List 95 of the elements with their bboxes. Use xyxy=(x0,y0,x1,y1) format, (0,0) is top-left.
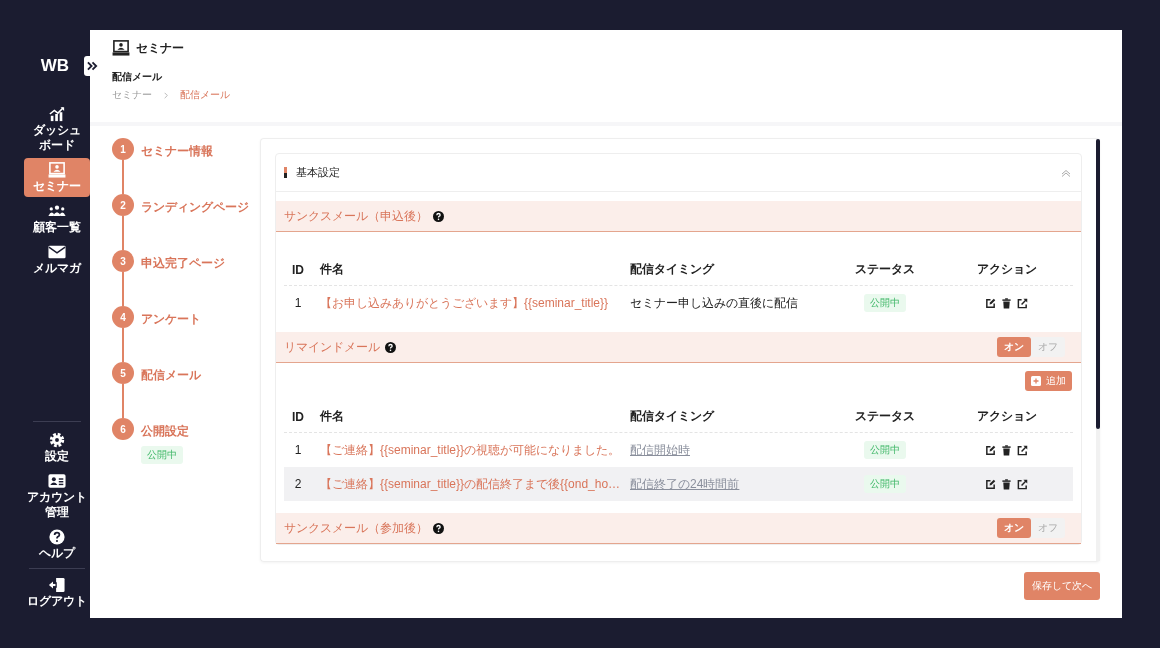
subject-link[interactable]: 【ご連絡】{{seminar_title}}の配信終了まで後{{ond_ho… xyxy=(312,475,630,493)
column-header: アクション xyxy=(976,408,1037,425)
status-badge: 公開中 xyxy=(864,475,906,493)
column-header: ID xyxy=(291,409,305,424)
column-header: 件名 xyxy=(319,261,345,278)
section-title: サンクスメール（参加後） xyxy=(284,520,428,536)
step-number[interactable]: 1 xyxy=(112,138,134,160)
section-title: サンクスメール（申込後） xyxy=(284,208,428,224)
edit-icon[interactable] xyxy=(985,297,996,309)
logo: WB xyxy=(40,56,70,76)
timing-link[interactable]: 配信終了の24時間前 xyxy=(630,475,830,493)
nav-label: セミナー xyxy=(33,179,81,194)
logout-button[interactable]: ログアウト xyxy=(24,573,90,612)
external-link-icon[interactable] xyxy=(1017,478,1028,490)
nav-item[interactable]: ダッシュ ボード xyxy=(24,102,90,156)
nav-item[interactable]: 顧客一覧 xyxy=(24,199,90,238)
column-header: ID xyxy=(291,262,305,277)
toggle-option[interactable]: オフ xyxy=(1031,518,1065,538)
nav-item[interactable]: アカウント 管理 xyxy=(24,469,90,523)
page-title: セミナー xyxy=(136,40,184,56)
toggle-option[interactable]: オン xyxy=(997,337,1031,357)
double-chevron-icon xyxy=(86,61,98,71)
envelope-icon xyxy=(48,244,66,260)
help-icon[interactable] xyxy=(385,341,396,353)
on-off-toggle[interactable]: オン オフ xyxy=(997,518,1065,538)
nav-label: 顧客一覧 xyxy=(33,220,81,235)
trash-icon[interactable] xyxy=(1001,297,1012,309)
accent-bar xyxy=(284,167,287,178)
nav-label: 管理 xyxy=(45,505,69,520)
column-header: アクション xyxy=(976,261,1037,278)
toggle-option[interactable]: オン xyxy=(997,518,1031,538)
step-number[interactable]: 5 xyxy=(112,362,134,384)
step-link[interactable]: 公開設定 xyxy=(141,423,189,440)
nav-label: ダッシュ xyxy=(33,123,81,138)
add-button[interactable]: 追加 xyxy=(1025,371,1072,391)
column-header: 件名 xyxy=(319,408,345,425)
users-icon xyxy=(48,203,66,219)
step-number[interactable]: 3 xyxy=(112,250,134,272)
breadcrumb-link[interactable]: 配信メール xyxy=(180,88,230,102)
column-header: 配信タイミング xyxy=(630,261,716,278)
table-cell-text: 1 xyxy=(293,296,303,310)
toggle-option[interactable]: オフ xyxy=(1031,337,1065,357)
nav-label: ヘルプ xyxy=(39,546,75,561)
edit-icon[interactable] xyxy=(985,478,996,490)
breadcrumb-link[interactable]: セミナー xyxy=(112,88,152,102)
page-subtitle: 配信メール xyxy=(112,70,163,84)
monitor-person-icon xyxy=(112,40,130,56)
column-header: ステータス xyxy=(855,408,915,425)
timing-link[interactable]: 配信開始時 xyxy=(630,441,830,459)
step-link[interactable]: 申込完了ページ xyxy=(141,255,225,272)
nav-item[interactable]: メルマガ xyxy=(24,240,90,279)
scrollbar-thumb[interactable] xyxy=(1096,139,1100,429)
step-number[interactable]: 6 xyxy=(112,418,134,440)
nav-item[interactable]: 設定 xyxy=(24,428,90,467)
step-number[interactable]: 4 xyxy=(112,306,134,328)
section-title: リマインドメール xyxy=(284,339,380,355)
step-link[interactable]: セミナー情報 xyxy=(141,143,213,160)
edit-icon[interactable] xyxy=(985,444,996,456)
trash-icon[interactable] xyxy=(1001,444,1012,456)
table-cell-text: セミナー申し込みの直後に配信 xyxy=(630,294,799,312)
nav-item[interactable]: セミナー xyxy=(24,158,90,197)
nav-label: 設定 xyxy=(45,449,69,464)
table-cell-text: 1 xyxy=(293,443,303,457)
plus-icon xyxy=(1031,376,1041,386)
nav-label: アカウント xyxy=(27,490,87,505)
settings-icon xyxy=(48,432,66,448)
card-title: 基本設定 xyxy=(296,165,341,180)
status-badge: 公開中 xyxy=(864,441,906,459)
monitor-person-icon xyxy=(48,162,66,178)
external-link-icon[interactable] xyxy=(1017,444,1028,456)
nav-label: メルマガ xyxy=(33,261,81,276)
on-off-toggle[interactable]: オン オフ xyxy=(997,337,1065,357)
chevron-right-icon xyxy=(164,91,168,99)
trash-icon[interactable] xyxy=(1001,478,1012,490)
status-badge: 公開中 xyxy=(864,294,906,312)
id-card-icon xyxy=(48,473,66,489)
chart-icon xyxy=(48,106,66,122)
help-icon xyxy=(48,529,66,545)
column-header: ステータス xyxy=(855,261,915,278)
table-cell-text: 2 xyxy=(293,477,303,491)
step-link[interactable]: ランディングページ xyxy=(141,199,249,216)
status-badge: 公開中 xyxy=(141,446,183,464)
nav-item[interactable]: ヘルプ xyxy=(24,525,90,564)
step-link[interactable]: アンケート xyxy=(141,311,201,328)
help-icon[interactable] xyxy=(433,522,444,534)
step-link[interactable]: 配信メール xyxy=(141,367,201,384)
column-header: 配信タイミング xyxy=(630,408,716,425)
save-next-button[interactable]: 保存して次へ xyxy=(1024,572,1100,600)
logout-icon xyxy=(48,577,66,593)
external-link-icon[interactable] xyxy=(1017,297,1028,309)
subject-link[interactable]: 【ご連絡】{{seminar_title}}の視聴が可能になりました。 xyxy=(312,441,630,459)
help-icon[interactable] xyxy=(433,210,444,222)
subject-link[interactable]: 【お申し込みありがとうございます】{{seminar_title}} xyxy=(312,294,630,312)
step-number[interactable]: 2 xyxy=(112,194,134,216)
nav-label: ボード xyxy=(39,138,75,153)
